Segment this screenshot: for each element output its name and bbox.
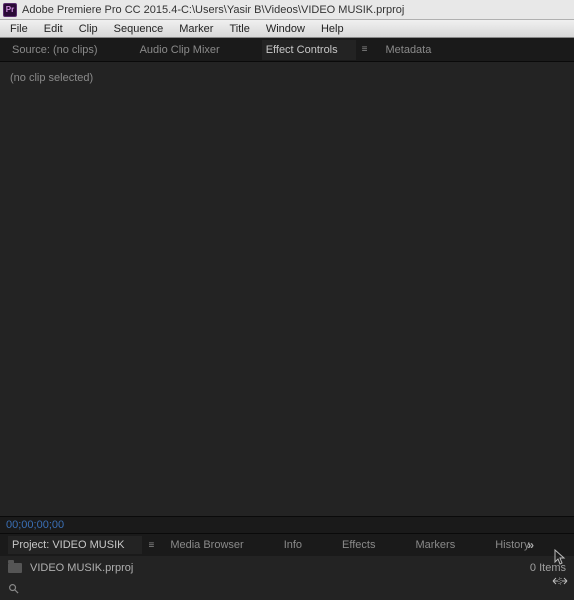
app-title: Adobe Premiere Pro CC 2015.4	[22, 4, 177, 16]
project-toolbar	[0, 580, 574, 600]
project-panel: VIDEO MUSIK.prproj 0 Items	[0, 556, 574, 580]
tab-audio-clip-mixer[interactable]: Audio Clip Mixer	[116, 40, 238, 60]
timecode-row: 00;00;00;00	[0, 516, 574, 534]
timecode-value[interactable]: 00;00;00;00	[6, 519, 64, 531]
selection-tool-icon[interactable]	[550, 548, 570, 566]
project-filename: VIDEO MUSIK.prproj	[30, 562, 530, 574]
menu-edit[interactable]: Edit	[36, 22, 71, 36]
menu-title[interactable]: Title	[221, 22, 257, 36]
overflow-icon[interactable]: »	[527, 538, 534, 552]
tab-effects[interactable]: Effects	[320, 536, 393, 554]
search-icon[interactable]	[8, 583, 19, 597]
tab-media-browser[interactable]: Media Browser	[160, 536, 261, 554]
menu-help[interactable]: Help	[313, 22, 352, 36]
panel-menu-icon[interactable]: ≡	[356, 44, 374, 55]
tab-effect-controls[interactable]: Effect Controls	[262, 40, 356, 60]
bin-icon	[8, 563, 22, 573]
menu-clip[interactable]: Clip	[71, 22, 106, 36]
lower-panel-tabs: Project: VIDEO MUSIK ≡ Media Browser Inf…	[0, 534, 574, 556]
tab-markers[interactable]: Markers	[393, 536, 473, 554]
menubar: File Edit Clip Sequence Marker Title Win…	[0, 20, 574, 38]
menu-sequence[interactable]: Sequence	[106, 22, 172, 36]
tab-metadata[interactable]: Metadata	[373, 40, 449, 60]
tools-panel	[550, 548, 570, 590]
menu-window[interactable]: Window	[258, 22, 313, 36]
tab-project[interactable]: Project: VIDEO MUSIK	[8, 536, 142, 554]
tab-info[interactable]: Info	[262, 536, 320, 554]
ripple-edit-tool-icon[interactable]	[550, 572, 570, 590]
no-clip-label: (no clip selected)	[10, 72, 564, 84]
effect-controls-panel: (no clip selected)	[0, 62, 574, 516]
panel-menu-icon[interactable]: ≡	[142, 540, 160, 551]
tab-source[interactable]: Source: (no clips)	[8, 40, 116, 60]
upper-panel-tabs: Source: (no clips) Audio Clip Mixer Effe…	[0, 38, 574, 62]
tab-history[interactable]: History	[473, 536, 547, 554]
titlebar[interactable]: Pr Adobe Premiere Pro CC 2015.4 - C:\Use…	[0, 0, 574, 20]
app-icon: Pr	[3, 3, 17, 17]
menu-marker[interactable]: Marker	[171, 22, 221, 36]
menu-file[interactable]: File	[2, 22, 36, 36]
file-path: C:\Users\Yasir B\Videos\VIDEO MUSIK.prpr…	[181, 4, 404, 16]
